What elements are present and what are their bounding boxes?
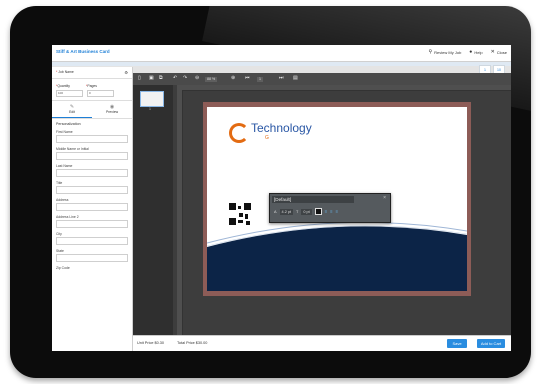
personalization-heading: Personalization <box>56 122 81 126</box>
save-button[interactable]: Save <box>447 339 467 348</box>
review-label: Review My Job <box>434 49 462 55</box>
field-label: Address <box>56 198 69 202</box>
field-label: Middle Name or Initial <box>56 147 89 151</box>
job-name-section: * Job Name ⚙ <box>52 67 132 79</box>
page-thumbnails: 1 <box>133 85 173 335</box>
settings-icon[interactable]: ⚙ <box>124 70 128 75</box>
tab-edit-label: Edit <box>69 110 75 114</box>
job-name-label: * Job Name <box>56 70 74 74</box>
form-field: Address Line 2 <box>52 212 132 229</box>
card-wave-graphic <box>207 221 467 291</box>
text-color-swatch[interactable] <box>314 208 322 215</box>
city-input[interactable] <box>56 237 128 245</box>
form-field: Address <box>52 195 132 212</box>
top-ruler <box>177 85 511 91</box>
align-center-icon[interactable]: ≡ <box>330 209 332 214</box>
first-name-input[interactable] <box>56 135 128 143</box>
align-left-icon[interactable]: ≡ <box>325 209 327 214</box>
edit-preview-tabs: ✎ Edit ◉ Preview <box>52 101 132 119</box>
canvas-workspace: 1 Technology G John Smith <box>133 85 511 335</box>
field-label: Title <box>56 181 63 185</box>
last-page-icon[interactable]: ⏭ <box>279 75 284 81</box>
logo-text[interactable]: Technology <box>251 121 312 135</box>
new-document-icon[interactable]: ▯ <box>138 75 141 81</box>
form-field: Title <box>52 178 132 195</box>
field-label: First Name <box>56 130 73 134</box>
middle-name-input[interactable] <box>56 152 128 160</box>
text-format-popup: [Default] × A 4.2 pt T 0 pt ≡ ≡ ≡ <box>269 193 391 223</box>
page-select[interactable]: 1 <box>257 76 263 82</box>
field-label: Address Line 2 <box>56 215 79 219</box>
form-field: First Name <box>52 127 132 144</box>
close-label: Close <box>496 49 507 55</box>
app-title: Stiff & Art Business Card <box>56 49 110 54</box>
style-select[interactable]: [Default] <box>272 196 354 203</box>
total-price: Total Price $30.00 <box>177 341 208 345</box>
page-thumbnail[interactable] <box>140 91 164 107</box>
undo-icon[interactable]: ↶ <box>173 75 177 81</box>
copy-icon[interactable]: ⧉ <box>159 75 163 81</box>
first-page-icon[interactable]: ⏮ <box>245 75 250 81</box>
review-job-button[interactable]: ⚲ Review My Job <box>429 49 462 55</box>
quantity-section: *Quantity *Pages 100 0 <box>52 79 132 101</box>
tracking-icon: T <box>296 209 299 214</box>
thumbnail-number: 1 <box>149 107 151 111</box>
address-input[interactable] <box>56 203 128 211</box>
top-actions: ⚲ Review My Job ● Help ✕ Close <box>429 49 508 55</box>
popup-controls: A 4.2 pt T 0 pt ≡ ≡ ≡ <box>274 208 338 215</box>
form-field: City <box>52 229 132 246</box>
pages-label: *Pages <box>86 84 97 88</box>
field-label: State <box>56 249 64 253</box>
app-screen: Stiff & Art Business Card ⚲ Review My Jo… <box>52 45 511 351</box>
field-label: Last Name <box>56 164 73 168</box>
add-to-cart-button[interactable]: Add to Cart <box>477 339 505 348</box>
form-field: Middle Name or Initial <box>52 144 132 161</box>
search-icon: ⚲ <box>428 49 433 55</box>
zoom-in-icon[interactable]: ⊕ <box>231 75 235 81</box>
align-right-icon[interactable]: ≡ <box>336 209 338 214</box>
form-field: State <box>52 246 132 263</box>
quantity-labels: *Quantity *Pages <box>56 84 128 88</box>
tracking-field[interactable]: 0 pt <box>301 208 312 215</box>
quantity-input[interactable]: 100 <box>56 90 83 97</box>
quantity-inputs: 100 0 <box>56 90 128 97</box>
save-icon[interactable]: ▣ <box>149 75 154 81</box>
form-field: Last Name <box>52 161 132 178</box>
help-label: Help <box>474 49 483 55</box>
sub-header-strip <box>52 62 511 66</box>
address-line-2-input[interactable] <box>56 220 128 228</box>
font-size-icon: A <box>274 209 277 214</box>
popup-close-icon[interactable]: × <box>383 195 386 201</box>
left-ruler <box>177 90 183 335</box>
tab-edit[interactable]: ✎ Edit <box>52 101 92 118</box>
field-label: City <box>56 232 62 236</box>
state-input[interactable] <box>56 254 128 262</box>
field-label: Zip Code <box>56 266 70 270</box>
zoom-select[interactable]: 88 % <box>205 76 218 82</box>
help-button[interactable]: ● Help <box>469 49 482 55</box>
last-name-input[interactable] <box>56 169 128 177</box>
zoom-out-icon[interactable]: ⊖ <box>195 75 199 81</box>
form-field: Zip Code <box>52 263 132 272</box>
unit-price: Unit Price $0.30 <box>137 341 165 345</box>
redo-icon[interactable]: ↷ <box>183 75 187 81</box>
title-input[interactable] <box>56 186 128 194</box>
pages-input[interactable]: 0 <box>87 90 114 97</box>
bottom-bar: Unit Price $0.30 Total Price $30.00 Save… <box>133 335 511 351</box>
font-size-field[interactable]: 4.2 pt <box>279 208 294 215</box>
top-bar: Stiff & Art Business Card ⚲ Review My Jo… <box>52 45 511 62</box>
logo-swirl-icon <box>229 123 249 143</box>
layers-icon[interactable]: ▤ <box>293 75 298 81</box>
close-button[interactable]: ✕ Close <box>491 49 507 55</box>
logo-subtext: G <box>265 135 269 141</box>
close-icon: ✕ <box>490 49 495 55</box>
tab-preview-label: Preview <box>105 110 119 114</box>
quantity-label: *Quantity <box>56 84 70 88</box>
left-panel: * Job Name ⚙ *Quantity *Pages 100 0 ✎ Ed… <box>52 67 133 351</box>
tab-preview[interactable]: ◉ Preview <box>92 101 132 118</box>
editor-toolbar: ▯ ▣ ⧉ ↶ ↷ ⊖ 88 % ⊕ ⏮ 1 ⏭ ▤ <box>133 73 511 85</box>
help-icon: ● <box>469 49 473 55</box>
